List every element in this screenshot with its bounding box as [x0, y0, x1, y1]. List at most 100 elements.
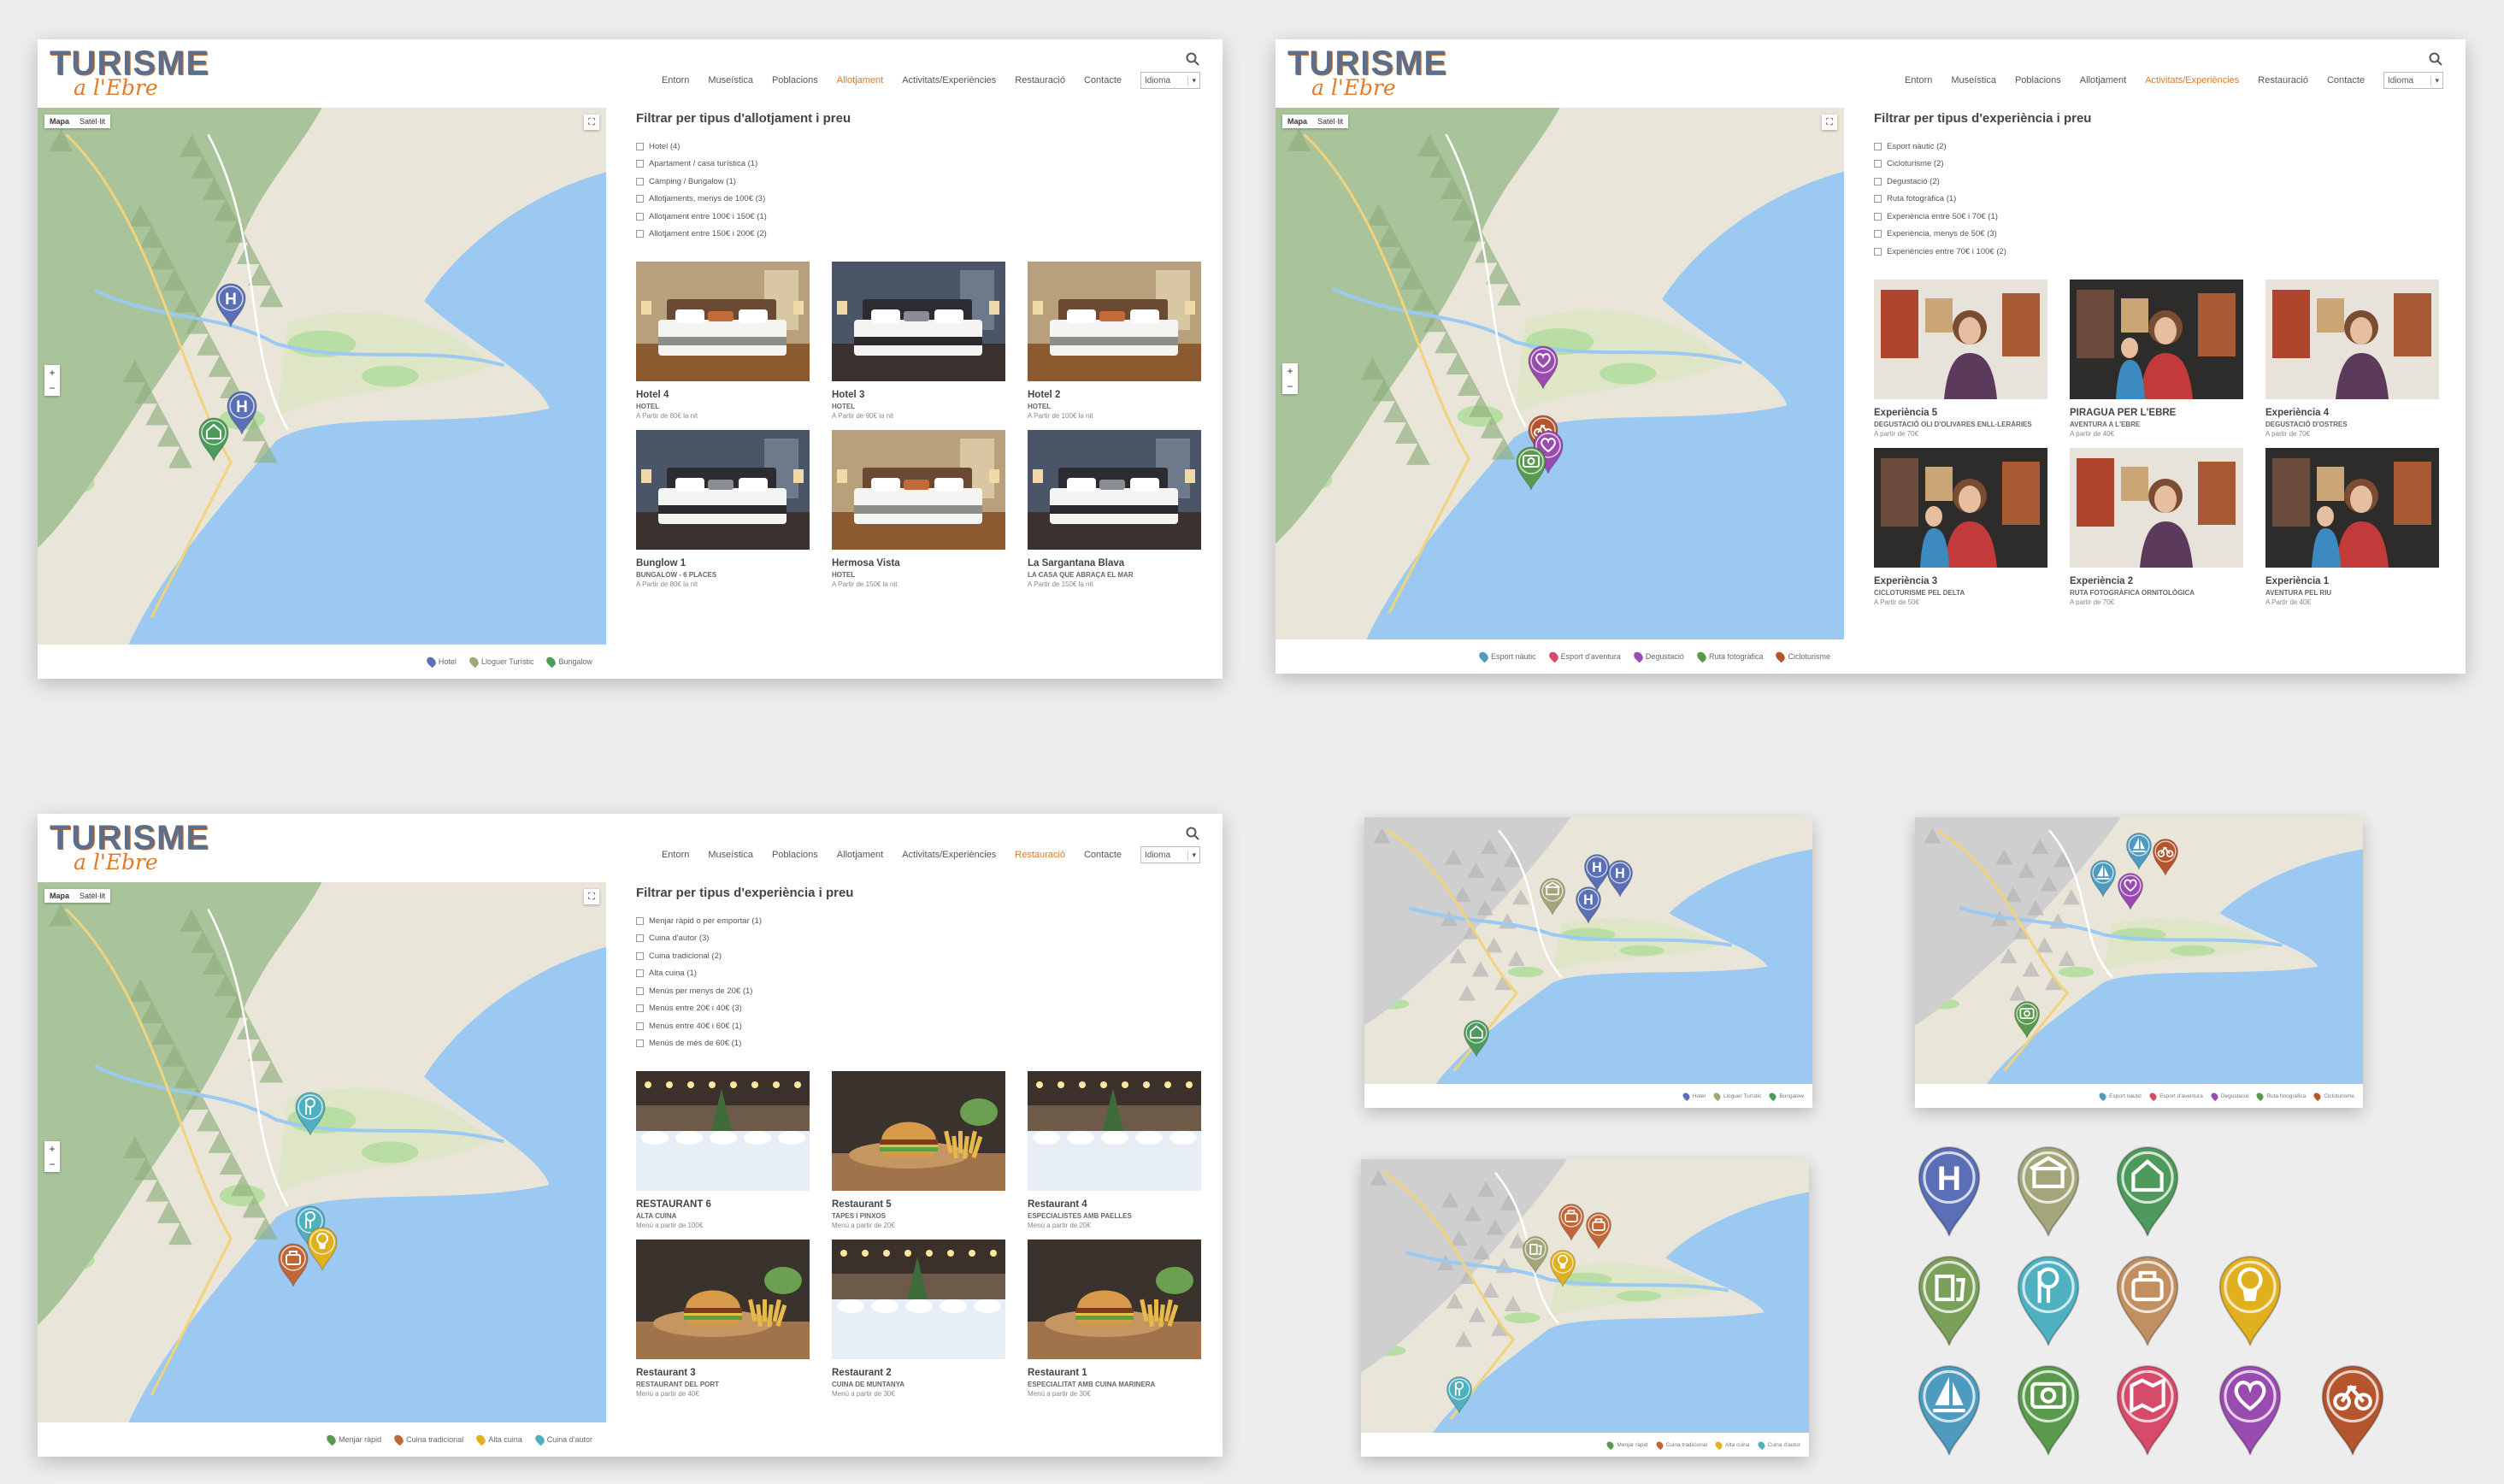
filter-option[interactable]: Hotel (4) [636, 138, 1202, 156]
filter-option[interactable]: Allotjament entre 100€ i 150€ (1) [636, 208, 1202, 226]
filter-checkbox[interactable] [636, 195, 644, 203]
nav-item-allotjament[interactable]: Allotjament [837, 75, 883, 85]
card-image[interactable] [1874, 447, 2047, 568]
result-card[interactable]: RESTAURANT 6 Alta cuina Menú a partir de 1… [636, 1071, 810, 1229]
filter-option[interactable]: Càmping / Bungalow (1) [636, 173, 1202, 191]
legend-item[interactable]: Alta cuina [474, 1433, 522, 1446]
result-card[interactable]: Hotel 2 HOTEL A Partir de 100€ la nit [1028, 262, 1201, 420]
traditional-marker-icon[interactable] [276, 1241, 310, 1287]
card-title[interactable]: La Sargantana Blava [1028, 558, 1201, 568]
card-image[interactable] [832, 430, 1005, 550]
legend-item[interactable]: Ruta fotogràfica [1695, 650, 1763, 663]
fullscreen-icon[interactable]: ⛶ [1822, 115, 1837, 130]
nav-item-allotjament[interactable]: Allotjament [837, 850, 883, 860]
hotel-marker-icon[interactable]: H [214, 281, 248, 327]
card-title[interactable]: Restaurant 3 [636, 1368, 810, 1378]
card-image[interactable] [1028, 1071, 1201, 1191]
nav-item-poblacions[interactable]: Poblacions [2015, 75, 2061, 85]
filter-option[interactable]: Menús de més de 60€ (1) [636, 1035, 1202, 1053]
card-title[interactable]: Hotel 4 [636, 390, 810, 400]
filter-checkbox[interactable] [1874, 142, 1882, 150]
card-image[interactable] [1028, 262, 1201, 381]
result-card[interactable]: Experiència 2 Ruta fotogràfica ornitològi… [2070, 447, 2243, 606]
zoom-out-button[interactable]: − [44, 380, 60, 396]
card-title[interactable]: Restaurant 2 [832, 1368, 1005, 1378]
fullscreen-icon[interactable]: ⛶ [584, 889, 599, 904]
result-card[interactable]: Restaurant 1 ESPECIALITAT AMB CUINA MARIN… [1028, 1240, 1201, 1398]
card-image[interactable] [1874, 279, 2047, 399]
legend-item[interactable]: Menjar ràpid [325, 1433, 381, 1446]
card-image[interactable] [832, 262, 1005, 381]
map-type-satellite-button[interactable]: Satèl·lit [74, 889, 110, 903]
card-image[interactable] [636, 262, 810, 381]
bungalow-marker-icon[interactable] [1462, 1018, 1491, 1057]
result-card[interactable]: Restaurant 3 RESTAURANT DEL PORT Menú a pa… [636, 1240, 810, 1398]
filter-checkbox[interactable] [636, 986, 644, 995]
search-icon[interactable] [1185, 826, 1200, 841]
nav-item-contacte[interactable]: Contacte [2327, 75, 2365, 85]
nav-item-allotjament[interactable]: Allotjament [2080, 75, 2126, 85]
legend-item[interactable]: Esport nàutic [1477, 650, 1536, 663]
card-image[interactable] [832, 1240, 1005, 1359]
card-image[interactable] [636, 1071, 810, 1191]
photo-marker-icon[interactable] [1514, 445, 1548, 491]
bungalow-marker-icon[interactable] [197, 415, 231, 462]
filter-option[interactable]: Allotjament entre 150€ i 200€ (2) [636, 226, 1202, 244]
filter-checkbox[interactable] [1874, 212, 1882, 221]
nav-item-activitats-experi-ncies[interactable]: Activitats/Experiències [902, 75, 996, 85]
filter-checkbox[interactable] [636, 212, 644, 221]
result-card[interactable]: Experiència 3 cicloturisme pel delta A Par… [1874, 447, 2047, 606]
nav-item-restauraci[interactable]: Restauració [1015, 850, 1065, 860]
card-image[interactable] [2070, 279, 2243, 399]
card-title[interactable]: PIRAGUA PER L'EBRE [2070, 408, 2243, 418]
filter-checkbox[interactable] [1874, 177, 1882, 186]
result-card[interactable]: Experiència 5 Degustació oli d'olivares e… [1874, 279, 2047, 438]
filter-option[interactable]: Ruta fotogràfica (1) [1874, 191, 2445, 209]
hotel-marker-icon[interactable]: H [1574, 885, 1603, 924]
card-title[interactable]: Hotel 3 [832, 390, 1005, 400]
nav-item-muse-stica[interactable]: Museística [708, 75, 753, 85]
zoom-out-button[interactable]: − [44, 1157, 60, 1172]
site-logo[interactable]: TURISME a l'Ebre [1287, 46, 1447, 98]
filter-checkbox[interactable] [636, 177, 644, 186]
cycling-marker-icon[interactable] [2151, 837, 2180, 876]
nav-item-restauraci[interactable]: Restauració [2258, 75, 2308, 85]
language-select[interactable]: Idioma ▾ [1140, 846, 1200, 863]
filter-option[interactable]: Cuina tradicional (2) [636, 947, 1202, 965]
language-select[interactable]: Idioma ▾ [1140, 72, 1200, 89]
map-type-satellite-button[interactable]: Satèl·lit [74, 115, 110, 128]
filter-option[interactable]: Menús entre 40€ i 60€ (1) [636, 1017, 1202, 1035]
map-type-map-button[interactable]: Mapa [44, 889, 74, 903]
zoom-out-button[interactable]: − [1282, 379, 1298, 394]
result-card[interactable]: Hermosa Vista HOTEL A Partir de 150€ la ni… [832, 430, 1005, 588]
card-image[interactable] [2070, 447, 2243, 568]
sailing-marker-icon[interactable] [2089, 858, 2118, 898]
tasting-marker-icon[interactable] [1526, 344, 1560, 390]
result-card[interactable]: Experiència 4 Degustació d'ostres A partir… [2265, 279, 2439, 438]
nav-item-entorn[interactable]: Entorn [662, 75, 689, 85]
filter-checkbox[interactable] [636, 951, 644, 960]
result-card[interactable]: Hotel 3 HOTEL A Partir de 90€ la nit [832, 262, 1005, 420]
card-title[interactable]: Experiència 2 [2070, 576, 2243, 586]
nav-item-activitats-experi-ncies[interactable]: Activitats/Experiències [902, 850, 996, 860]
nav-item-contacte[interactable]: Contacte [1084, 850, 1122, 860]
haute-cuisine-marker-icon[interactable] [1548, 1248, 1577, 1287]
card-title[interactable]: Experiència 4 [2265, 408, 2439, 418]
filter-checkbox[interactable] [636, 160, 644, 168]
filter-option[interactable]: Menús per menys de 20€ (1) [636, 982, 1202, 1000]
filter-checkbox[interactable] [1874, 247, 1882, 256]
result-card[interactable]: Hotel 4 HOTEL A Partir de 80€ la nit [636, 262, 810, 420]
zoom-in-button[interactable]: + [44, 365, 60, 380]
card-title[interactable]: Restaurant 5 [832, 1199, 1005, 1210]
card-title[interactable]: Experiència 3 [1874, 576, 2047, 586]
card-image[interactable] [2265, 447, 2439, 568]
legend-item[interactable]: Cuina d'autor [533, 1433, 592, 1446]
card-image[interactable] [1028, 1240, 1201, 1359]
filter-option[interactable]: Apartament / casa turística (1) [636, 156, 1202, 174]
rental-marker-icon[interactable] [1538, 876, 1567, 916]
map-type-map-button[interactable]: Mapa [1282, 115, 1312, 128]
result-card[interactable]: Restaurant 2 CUINA DE MUNTANYA Menú a part… [832, 1240, 1005, 1398]
tasting-marker-icon[interactable] [2116, 871, 2145, 910]
filter-checkbox[interactable] [1874, 230, 1882, 238]
result-card[interactable]: Restaurant 4 ESPECIALISTES AMB PAELLES Men… [1028, 1071, 1201, 1229]
